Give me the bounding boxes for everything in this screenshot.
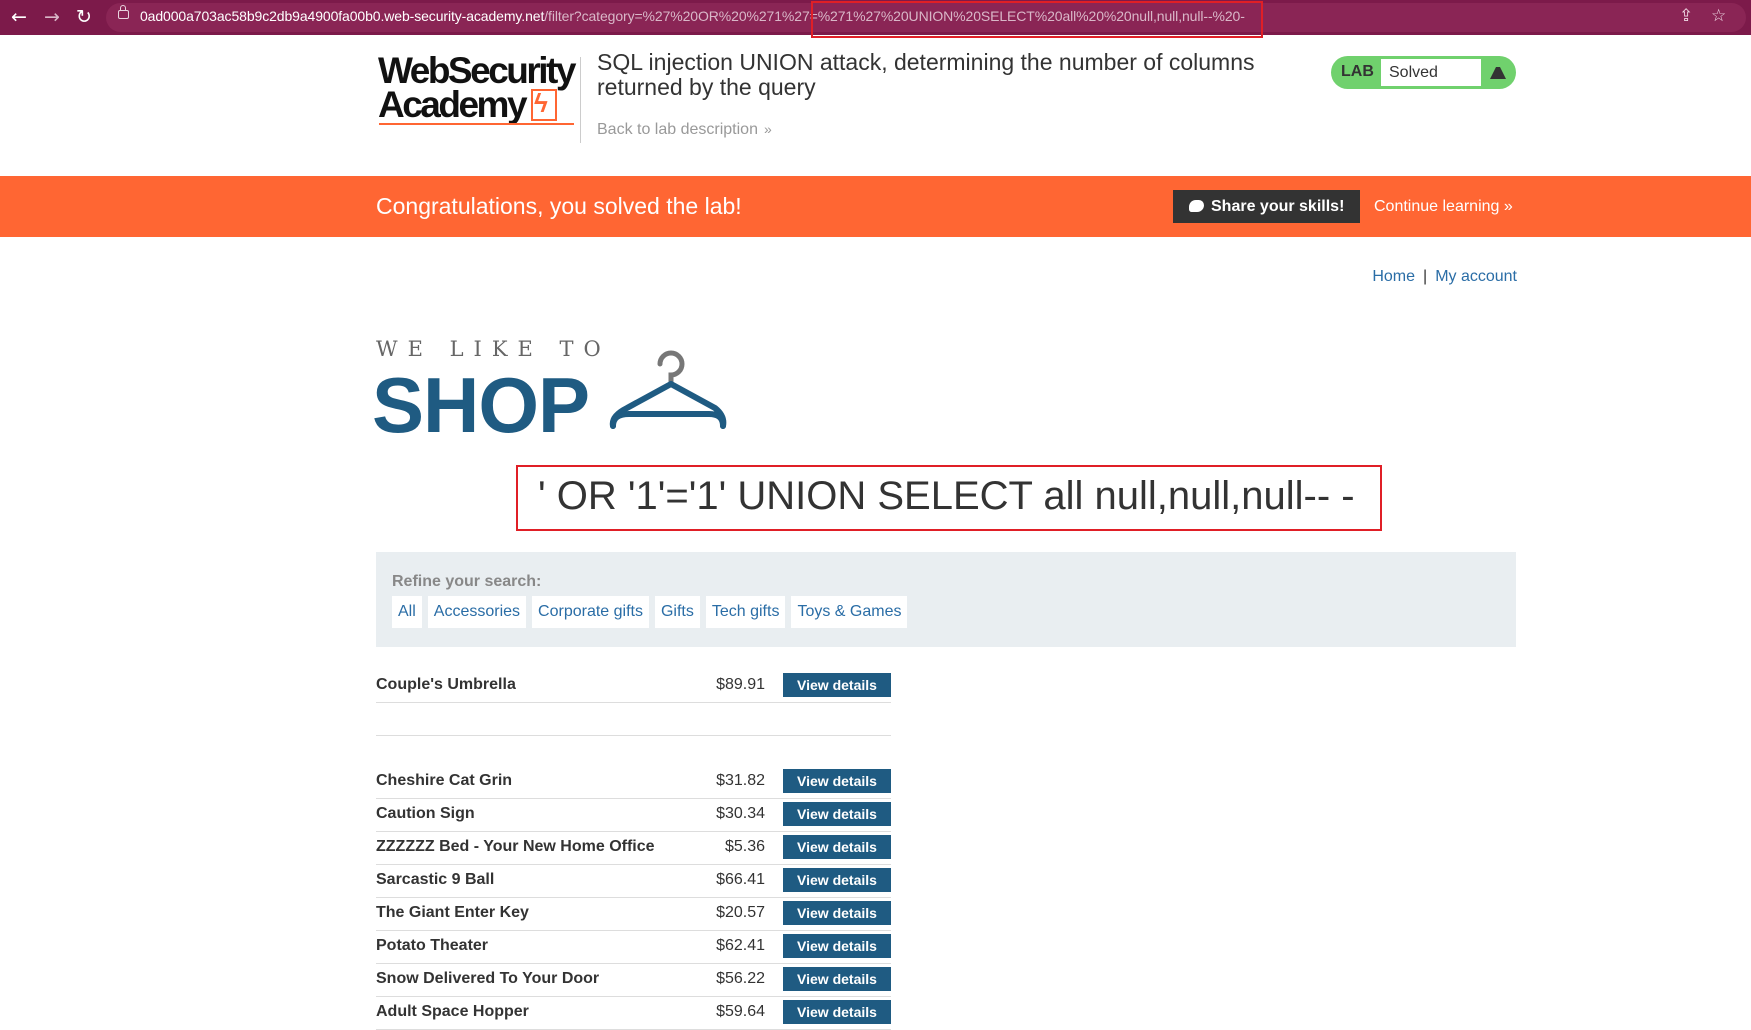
product-price: $20.57: [716, 904, 765, 921]
lab-title: SQL injection UNION attack, determining …: [597, 49, 1255, 100]
continue-learning-label: Continue learning: [1374, 198, 1500, 215]
product-price: $5.36: [724, 838, 765, 855]
view-details-button[interactable]: View details: [783, 901, 891, 925]
filter-panel: Refine your search: All Accessories Corp…: [376, 552, 1516, 647]
chevron-right-icon: »: [763, 121, 772, 137]
view-details-button[interactable]: View details: [783, 967, 891, 991]
view-details-button[interactable]: View details: [783, 1000, 891, 1024]
url-host: 0ad000a703ac58b9c2db9a4900fa00b0.web-sec…: [140, 8, 545, 24]
table-row: Caution Sign $30.34 View details: [376, 799, 891, 832]
share-page-icon[interactable]: ⇪: [1679, 6, 1693, 26]
product-name: Couple's Umbrella: [376, 676, 516, 693]
product-price: $31.82: [716, 772, 765, 789]
back-link-label: Back to lab description: [597, 121, 758, 138]
home-link[interactable]: Home: [1372, 268, 1415, 285]
share-skills-label: Share your skills!: [1211, 198, 1345, 215]
lab-status-text: Solved: [1381, 59, 1481, 86]
table-row: Potato Theater $62.41 View details: [376, 931, 891, 964]
lab-badge: LAB: [1341, 63, 1374, 80]
product-name: Snow Delivered To Your Door: [376, 970, 600, 987]
product-name: Caution Sign: [376, 805, 475, 822]
search-result-heading: ' OR '1'='1' UNION SELECT all null,null,…: [538, 474, 1355, 518]
shop-tagline: WE LIKE TO: [376, 337, 611, 361]
product-price: $66.41: [716, 871, 765, 888]
view-details-button[interactable]: View details: [783, 673, 891, 697]
flask-icon: [1490, 61, 1506, 79]
chevron-right-icon: »: [1503, 198, 1513, 215]
view-details-button[interactable]: View details: [783, 868, 891, 892]
product-name: ZZZZZZ Bed - Your New Home Office: [376, 838, 655, 855]
product-name: Cheshire Cat Grin: [376, 772, 513, 789]
product-name: The Giant Enter Key: [376, 904, 529, 921]
view-details-button[interactable]: View details: [783, 835, 891, 859]
product-price: $89.91: [716, 676, 765, 693]
url-highlight-box: [811, 1, 1263, 38]
logo-underline: [379, 123, 574, 125]
back-arrow-icon[interactable]: ←: [7, 6, 31, 28]
my-account-link[interactable]: My account: [1435, 268, 1517, 285]
product-price: $62.41: [716, 937, 765, 954]
continue-learning-link[interactable]: Continue learning »: [1374, 198, 1513, 216]
table-row: Adult Space Hopper $59.64 View details: [376, 997, 891, 1030]
back-to-lab-description-link[interactable]: Back to lab description »: [597, 121, 772, 139]
logo-line-2: Academy: [378, 84, 528, 125]
product-price: $30.34: [716, 805, 765, 822]
table-row: The Giant Enter Key $20.57 View details: [376, 898, 891, 931]
product-table: Couple's Umbrella $89.91 View details Ch…: [376, 670, 891, 1030]
product-name: Adult Space Hopper: [376, 1003, 529, 1020]
solved-message: Congratulations, you solved the lab!: [376, 193, 742, 219]
lock-icon[interactable]: [118, 5, 129, 19]
category-link-tech-gifts[interactable]: Tech gifts: [705, 596, 786, 628]
table-row: Couple's Umbrella $89.91 View details: [376, 670, 891, 703]
view-details-button[interactable]: View details: [783, 934, 891, 958]
solved-banner: Congratulations, you solved the lab! Sha…: [0, 176, 1751, 237]
reload-icon[interactable]: ↻: [72, 6, 96, 28]
category-link-gifts[interactable]: Gifts: [654, 596, 700, 628]
view-details-button[interactable]: View details: [783, 769, 891, 793]
product-price: $59.64: [716, 1003, 765, 1020]
product-price: $56.22: [716, 970, 765, 987]
lightning-bolt-icon: [531, 86, 558, 121]
table-row-empty: [376, 703, 891, 736]
bookmark-star-icon[interactable]: ☆: [1711, 6, 1726, 26]
top-nav: Home | My account: [1372, 268, 1517, 286]
category-link-all[interactable]: All: [392, 596, 422, 628]
category-filter-list: All Accessories Corporate gifts Gifts Te…: [392, 596, 908, 628]
forward-arrow-icon[interactable]: →: [40, 6, 64, 28]
twitter-icon: [1189, 200, 1204, 212]
category-link-toys-games[interactable]: Toys & Games: [791, 596, 908, 628]
shop-title: SHOP: [372, 361, 590, 449]
clothes-hanger-icon: [609, 350, 727, 429]
share-skills-button[interactable]: Share your skills!: [1173, 190, 1360, 223]
view-details-button[interactable]: View details: [783, 802, 891, 826]
product-name: Potato Theater: [376, 937, 489, 954]
category-link-accessories[interactable]: Accessories: [427, 596, 527, 628]
lab-status-widget: LAB Solved: [1331, 56, 1516, 89]
header-divider: [580, 57, 581, 143]
table-row: ZZZZZZ Bed - Your New Home Office $5.36 …: [376, 832, 891, 865]
table-row: Sarcastic 9 Ball $66.41 View details: [376, 865, 891, 898]
filter-label: Refine your search:: [392, 573, 542, 590]
table-row: Snow Delivered To Your Door $56.22 View …: [376, 964, 891, 997]
nav-separator: |: [1423, 268, 1428, 285]
category-link-corporate-gifts[interactable]: Corporate gifts: [532, 596, 649, 628]
table-row: Cheshire Cat Grin $31.82 View details: [376, 766, 891, 799]
product-name: Sarcastic 9 Ball: [376, 871, 495, 888]
web-security-academy-logo[interactable]: WebSecurity Academy: [378, 52, 576, 125]
